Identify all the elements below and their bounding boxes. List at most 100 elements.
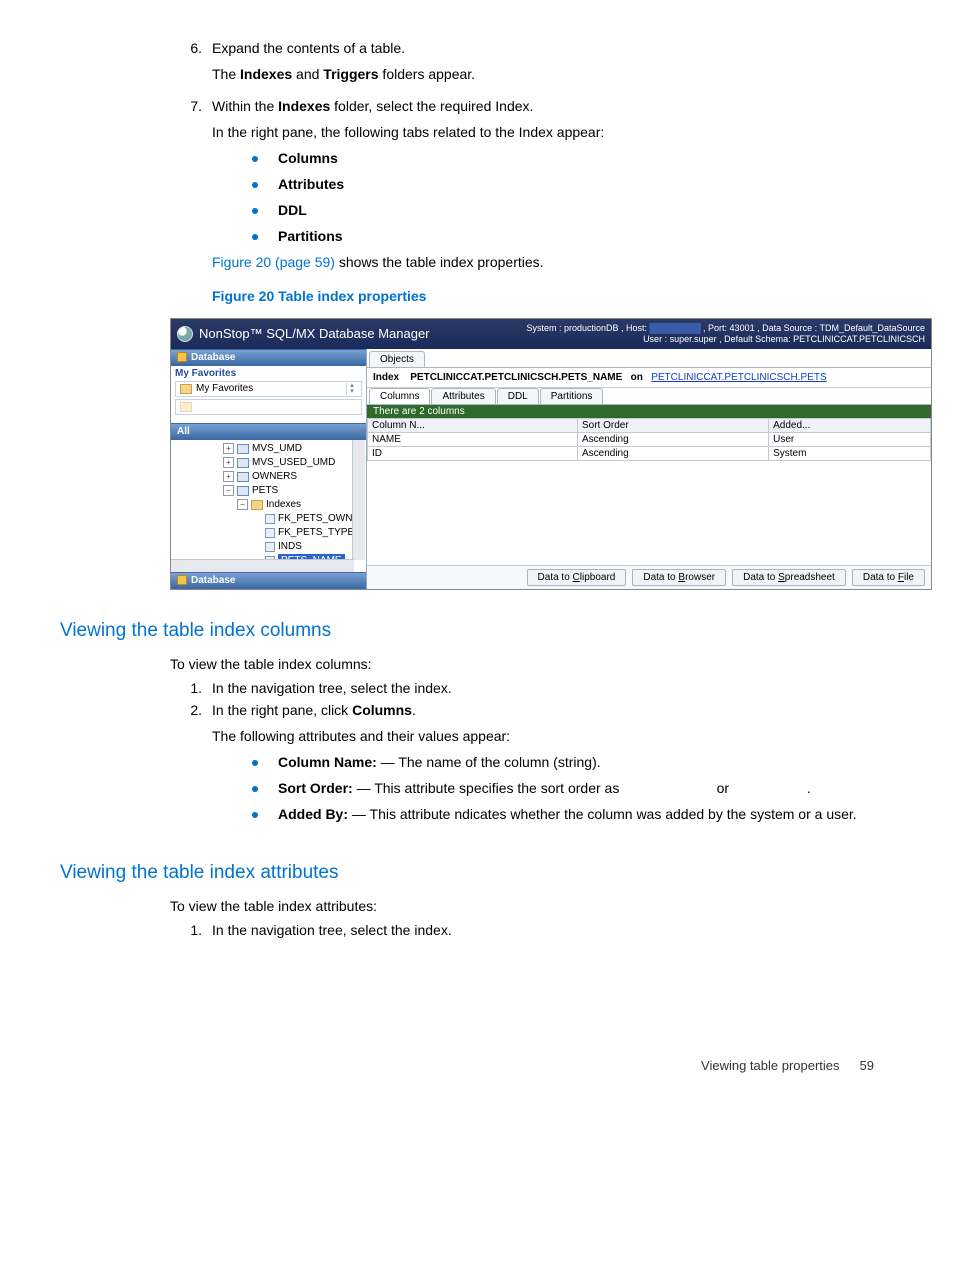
cell: NAME: [368, 432, 578, 446]
tree-node-label: Indexes: [266, 498, 301, 512]
app-logo-icon: [177, 326, 193, 342]
tree-node[interactable]: + MVS_UMD: [223, 442, 366, 456]
t-bold: Indexes: [240, 66, 292, 82]
step-7: 7. Within the Indexes folder, select the…: [170, 98, 894, 312]
desc: or: [717, 780, 729, 796]
accordion-header-database[interactable]: Database: [171, 349, 366, 366]
cell: Ascending: [577, 432, 768, 446]
bullet-icon: [252, 182, 258, 188]
step-body: In the right pane, click Columns. The fo…: [212, 702, 894, 832]
data-to-clipboard-button[interactable]: Data to Clipboard: [527, 569, 627, 586]
data-to-file-button[interactable]: Data to File: [852, 569, 925, 586]
bullet-item: Sort Order: — This attribute specifies t…: [252, 780, 894, 796]
col-header[interactable]: Sort Order: [577, 418, 768, 432]
expand-collapse-icon[interactable]: −: [223, 485, 234, 496]
t: rowser: [685, 572, 715, 583]
desc: — This attribute specifies the sort orde…: [353, 780, 624, 796]
col-header[interactable]: Column N...: [368, 418, 578, 432]
bullet-item: DDL: [252, 202, 894, 218]
bullet-text: Sort Order: — This attribute specifies t…: [278, 780, 811, 796]
tree-node-label: MVS_UMD: [252, 442, 302, 456]
bullet-label: DDL: [278, 202, 307, 218]
figure-caption: Figure 20 Table index properties: [212, 288, 894, 304]
horizontal-scrollbar[interactable]: [171, 559, 354, 572]
expand-collapse-icon[interactable]: +: [223, 457, 234, 468]
table-icon: [237, 486, 249, 496]
content-panel: Objects Index PETCLINICCAT.PETCLINICSCH.…: [367, 349, 931, 589]
desc: .: [807, 780, 811, 796]
bullet-text: Added By: — This attribute ndicates whet…: [278, 806, 857, 822]
tree-node[interactable]: +OWNERS: [223, 470, 366, 484]
table-header-row: Column N... Sort Order Added...: [368, 418, 931, 432]
data-to-browser-button[interactable]: Data to Browser: [632, 569, 726, 586]
step-body: Expand the contents of a table. The Inde…: [212, 40, 894, 92]
favorites-section: My Favorites My Favorites ▴▾: [171, 366, 366, 423]
ordered-list-top: 6. Expand the contents of a table. The I…: [170, 40, 894, 312]
step-subtext: The Indexes and Triggers folders appear.: [212, 66, 894, 82]
tab-columns[interactable]: Columns: [369, 388, 430, 404]
accordion-label: Database: [191, 352, 235, 363]
sys-info: User : super.super , Default Schema: PET…: [526, 334, 925, 345]
accordion-header-database-bottom[interactable]: Database: [171, 572, 366, 589]
tree-node[interactable]: − Indexes: [223, 498, 366, 512]
t: shows the table index properties.: [335, 254, 544, 270]
list-item: 1. In the navigation tree, select the in…: [170, 922, 894, 938]
figure-reference-line: Figure 20 (page 59) shows the table inde…: [212, 254, 894, 270]
table-row[interactable]: NAME Ascending User: [368, 432, 931, 446]
bullet-item: Partitions: [252, 228, 894, 244]
bullet-label: Partitions: [278, 228, 343, 244]
bullet-icon: [252, 760, 258, 766]
tree-node[interactable]: INDS: [223, 540, 366, 554]
bullet-label: Columns: [278, 150, 338, 166]
tab-partitions[interactable]: Partitions: [540, 388, 604, 404]
index-icon: [265, 514, 275, 524]
step-subtext: The following attributes and their value…: [212, 728, 894, 744]
step-text: Expand the contents of a table.: [212, 40, 405, 56]
vertical-scrollbar[interactable]: [352, 440, 365, 560]
expand-collapse-icon[interactable]: −: [237, 499, 248, 510]
columns-grid[interactable]: Column N... Sort Order Added... NAME Asc…: [367, 418, 931, 461]
index-table-link[interactable]: PETCLINICCAT.PETCLINICSCH.PETS: [651, 372, 826, 383]
step-number: 7.: [170, 98, 212, 312]
bullet-icon: [252, 786, 258, 792]
index-name: PETCLINICCAT.PETCLINICSCH.PETS_NAME: [410, 372, 622, 383]
tree-node-label: FK_PETS_TYPES: [278, 526, 361, 540]
bullet-item: Attributes: [252, 176, 894, 192]
tab-attributes[interactable]: Attributes: [431, 388, 495, 404]
navigation-tree[interactable]: + MVS_UMD + MVS_USED_UMD+OWNERS−PETS− Indexe…: [171, 440, 366, 572]
data-to-spreadsheet-button[interactable]: Data to Spreadsheet: [732, 569, 846, 586]
index-icon: [265, 542, 275, 552]
expand-collapse-icon[interactable]: +: [223, 443, 234, 454]
figure-reference-link[interactable]: Figure 20 (page 59): [212, 254, 335, 270]
folder-icon: [251, 500, 263, 510]
tab-ddl[interactable]: DDL: [497, 388, 539, 404]
sys-info: , Port: 43001 , Data Source : TDM_Defaul…: [701, 323, 925, 333]
tree-node[interactable]: FK_PETS_OWNEI: [223, 512, 366, 526]
expand-collapse-icon[interactable]: +: [223, 471, 234, 482]
favorites-empty-row[interactable]: [175, 399, 362, 415]
t: .: [412, 702, 416, 718]
t: Data to: [538, 572, 573, 583]
step-subtext: In the right pane, the following tabs re…: [212, 124, 894, 140]
tree-node-label: MVS_USED_UMD: [252, 456, 335, 470]
t-bold: Columns: [352, 702, 412, 718]
tree-node[interactable]: FK_PETS_TYPES: [223, 526, 366, 540]
tree-node-label: FK_PETS_OWNEI: [278, 512, 362, 526]
step-number: 2.: [170, 702, 212, 832]
table-row[interactable]: ID Ascending System: [368, 446, 931, 460]
tree-node[interactable]: −PETS: [223, 484, 366, 498]
favorites-title: My Favorites: [175, 368, 362, 379]
tree-node[interactable]: + MVS_USED_UMD: [223, 456, 366, 470]
spinner-icon[interactable]: ▴▾: [346, 383, 357, 395]
gap: [729, 780, 807, 796]
accordion-header-all[interactable]: All: [171, 423, 366, 440]
folder-icon: [180, 384, 192, 394]
section-intro: To view the table index columns:: [170, 656, 894, 672]
cell: System: [769, 446, 931, 460]
tab-objects[interactable]: Objects: [369, 351, 425, 367]
navigation-panel: Database My Favorites My Favorites ▴▾ Al…: [171, 349, 367, 589]
favorites-dropdown[interactable]: My Favorites ▴▾: [175, 381, 362, 397]
index-label: Index: [373, 372, 399, 383]
col-header[interactable]: Added...: [769, 418, 931, 432]
step-body: Within the Indexes folder, select the re…: [212, 98, 894, 312]
